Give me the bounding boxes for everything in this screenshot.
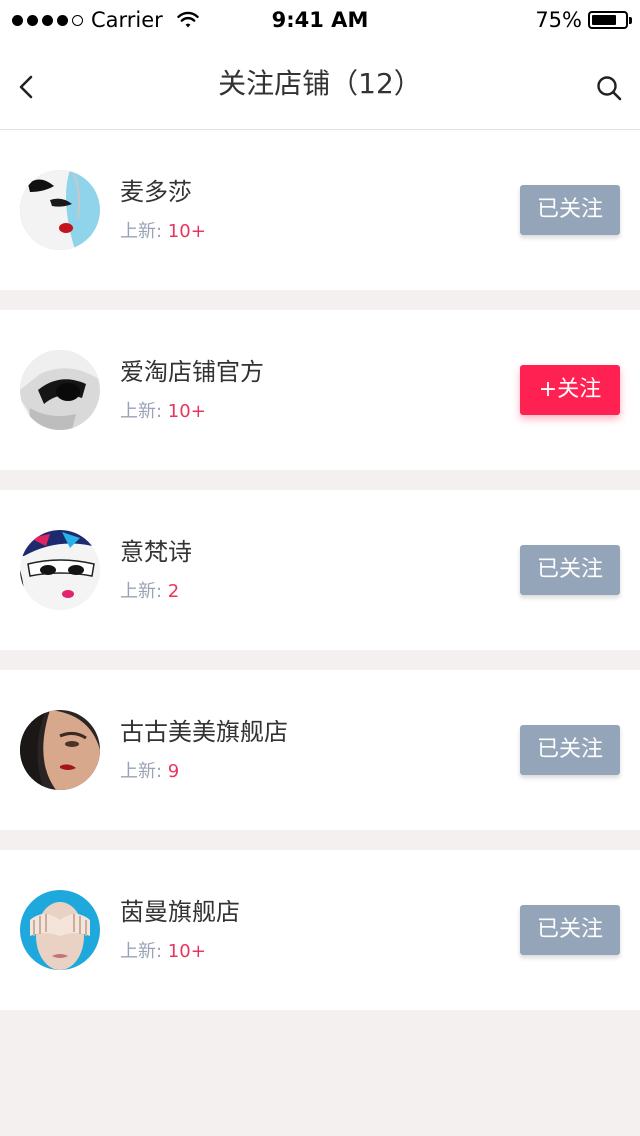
store-avatar <box>20 710 100 790</box>
battery-group: 75% <box>535 7 632 33</box>
update-info: 上新: 10+ <box>120 940 206 964</box>
store-list: 麦多莎 上新: 10+ 已关注 爱淘店铺官方 上新: 10+ +关注 意梵诗 上… <box>0 130 640 1030</box>
update-label: 上新: <box>120 761 168 782</box>
battery-icon <box>588 11 632 29</box>
update-count: 10+ <box>167 221 206 242</box>
battery-percentage: 75% <box>535 8 582 32</box>
store-avatar <box>20 170 100 250</box>
status-bar: Carrier 9:41 AM 75% <box>0 0 640 40</box>
store-card[interactable]: 古古美美旗舰店 上新: 9 已关注 <box>0 670 640 830</box>
followed-button[interactable]: 已关注 <box>520 905 620 955</box>
update-label: 上新: <box>120 941 168 962</box>
update-info: 上新: 10+ <box>120 220 206 244</box>
store-name: 爱淘店铺官方 <box>120 358 264 386</box>
update-count: 2 <box>167 581 180 602</box>
update-info: 上新: 9 <box>120 760 179 784</box>
navigation-bar: 关注店铺（12） <box>0 40 640 130</box>
update-info: 上新: 10+ <box>120 400 206 424</box>
update-info: 上新: 2 <box>120 580 179 604</box>
store-card[interactable]: 麦多莎 上新: 10+ 已关注 <box>0 130 640 290</box>
store-name: 茵曼旗舰店 <box>120 898 240 926</box>
store-avatar <box>20 530 100 610</box>
followed-button[interactable]: 已关注 <box>520 545 620 595</box>
update-count: 9 <box>167 761 180 782</box>
update-label: 上新: <box>120 581 168 602</box>
store-name: 意梵诗 <box>120 538 192 566</box>
store-card[interactable]: 意梵诗 上新: 2 已关注 <box>0 490 640 650</box>
search-icon[interactable] <box>596 75 622 101</box>
update-count: 10+ <box>167 401 206 422</box>
store-avatar <box>20 350 100 430</box>
store-card[interactable]: 爱淘店铺官方 上新: 10+ +关注 <box>0 310 640 470</box>
page-title: 关注店铺（12） <box>218 67 422 100</box>
store-name: 古古美美旗舰店 <box>120 718 288 746</box>
update-label: 上新: <box>120 221 168 242</box>
followed-button[interactable]: 已关注 <box>520 185 620 235</box>
update-count: 10+ <box>167 941 206 962</box>
followed-button[interactable]: 已关注 <box>520 725 620 775</box>
follow-button[interactable]: +关注 <box>520 365 620 415</box>
store-avatar <box>20 890 100 970</box>
store-name: 麦多莎 <box>120 178 192 206</box>
update-label: 上新: <box>120 401 168 422</box>
store-card[interactable]: 茵曼旗舰店 上新: 10+ 已关注 <box>0 850 640 1010</box>
